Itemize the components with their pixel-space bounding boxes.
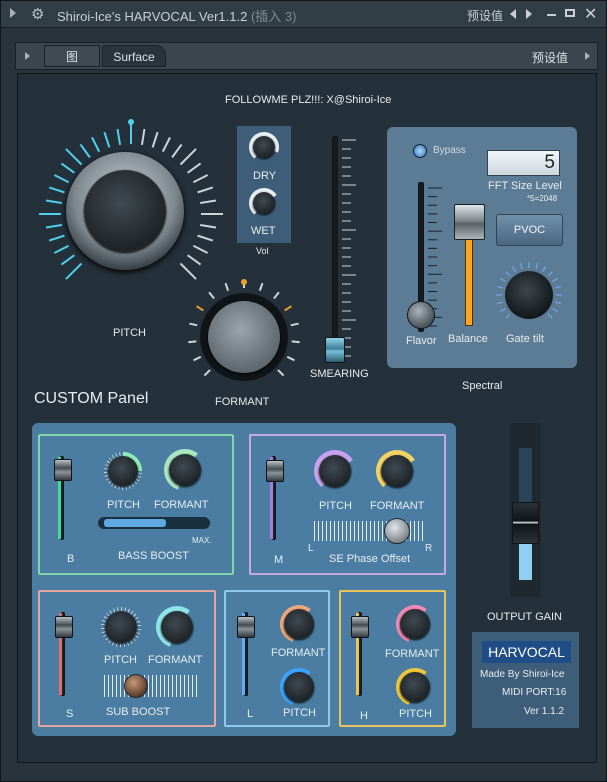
toolbar-next-icon[interactable] bbox=[585, 52, 590, 60]
band-b-formant-label: FORMANT bbox=[154, 499, 209, 511]
band-l-pitch-knob[interactable] bbox=[280, 668, 318, 706]
formant-label: FORMANT bbox=[215, 396, 270, 408]
band-m-pitch-label: PITCH bbox=[319, 500, 352, 512]
next-preset-icon[interactable] bbox=[526, 9, 532, 19]
output-gain-label: OUTPUT GAIN bbox=[487, 611, 562, 623]
gate-tilt-label: Gate tilt bbox=[506, 333, 544, 345]
prev-preset-icon[interactable] bbox=[510, 9, 516, 19]
phase-offset-l: L bbox=[308, 543, 314, 554]
band-b-letter: B bbox=[67, 553, 75, 565]
band-h-formant-knob[interactable] bbox=[396, 605, 434, 643]
balance-handle[interactable] bbox=[454, 204, 485, 240]
band-s-letter: S bbox=[66, 708, 74, 720]
dry-knob[interactable] bbox=[249, 132, 279, 162]
band-b-formant-knob[interactable] bbox=[164, 449, 206, 491]
band-l-handle[interactable] bbox=[237, 616, 255, 638]
gear-icon[interactable]: ⚙ bbox=[31, 5, 44, 23]
fft-size-label: FFT Size Level bbox=[488, 180, 562, 192]
wet-knob[interactable] bbox=[249, 188, 279, 218]
balance-label: Balance bbox=[448, 333, 488, 345]
band-m-formant-knob[interactable] bbox=[376, 450, 418, 492]
bypass-label: Bypass bbox=[433, 145, 466, 156]
band-m-formant-label: FORMANT bbox=[370, 500, 425, 512]
band-s-pitch-knob[interactable] bbox=[101, 607, 141, 647]
flavor-handle[interactable] bbox=[407, 301, 435, 329]
sub-boost-slider bbox=[104, 675, 200, 697]
smearing-handle[interactable] bbox=[325, 337, 345, 363]
phase-offset-label: SE Phase Offset bbox=[329, 553, 411, 565]
custom-panel-title: CUSTOM Panel bbox=[34, 390, 149, 407]
version-text: Ver 1.1.2 bbox=[524, 706, 565, 717]
band-l-letter: L bbox=[247, 708, 254, 720]
band-s-formant-label: FORMANT bbox=[148, 654, 203, 666]
made-by-text: Made By Shiroi-Ice bbox=[480, 669, 565, 680]
pitch-knob[interactable] bbox=[66, 152, 184, 270]
bypass-toggle[interactable] bbox=[413, 144, 427, 158]
toolbar: 图 Surface 预设值 bbox=[15, 42, 598, 70]
wet-label: WET bbox=[251, 225, 276, 237]
band-h-letter: H bbox=[360, 710, 368, 722]
phase-offset-r: R bbox=[425, 543, 433, 554]
band-b-pitch-knob[interactable] bbox=[104, 452, 142, 490]
window-title: Shiroi-Ice's HARVOCAL Ver1.1.2 (插入 3) bbox=[57, 9, 297, 24]
sub-boost-handle[interactable] bbox=[124, 674, 148, 698]
smearing-label: SMEARING bbox=[310, 368, 369, 380]
bass-boost-max: MAX. bbox=[192, 536, 212, 545]
midi-port-text: MIDI PORT:16 bbox=[502, 687, 567, 698]
smearing-scale bbox=[342, 139, 356, 357]
band-b-pitch-label: PITCH bbox=[107, 499, 140, 511]
plugin-window: ⚙ Shiroi-Ice's HARVOCAL Ver1.1.2 (插入 3) … bbox=[0, 0, 607, 782]
band-l-formant-label: FORMANT bbox=[271, 647, 326, 659]
flavor-label: Flavor bbox=[406, 335, 437, 347]
pitch-label: PITCH bbox=[113, 327, 146, 339]
band-s-pitch-label: PITCH bbox=[104, 654, 137, 666]
tab-surface[interactable]: Surface bbox=[102, 45, 166, 67]
maximize-icon[interactable] bbox=[565, 9, 575, 17]
band-s-handle[interactable] bbox=[55, 616, 73, 638]
band-m-pitch-knob[interactable] bbox=[314, 450, 356, 492]
pvoc-button[interactable]: PVOC bbox=[496, 214, 563, 246]
toolbar-arrow-icon[interactable] bbox=[25, 52, 30, 60]
bass-boost-label: BASS BOOST bbox=[118, 550, 189, 562]
dry-label: DRY bbox=[253, 170, 277, 182]
spectral-title: Spectral bbox=[462, 380, 503, 392]
close-icon[interactable]: ✕ bbox=[584, 4, 597, 24]
bass-boost-slider[interactable] bbox=[98, 517, 210, 529]
band-h-pitch-knob[interactable] bbox=[396, 668, 434, 706]
toolbar-preset-button[interactable]: 预设值 bbox=[532, 49, 568, 66]
band-l-pitch-label: PITCH bbox=[283, 707, 316, 719]
title-bar: ⚙ Shiroi-Ice's HARVOCAL Ver1.1.2 (插入 3) … bbox=[1, 1, 606, 28]
brand-badge: HARVOCAL bbox=[482, 641, 571, 663]
band-s-formant-knob[interactable] bbox=[156, 606, 198, 648]
vol-label: Vol bbox=[256, 246, 269, 256]
collapse-arrow-icon[interactable] bbox=[10, 8, 16, 18]
band-l-formant-knob[interactable] bbox=[280, 605, 318, 643]
band-h-formant-label: FORMANT bbox=[385, 648, 440, 660]
preset-button[interactable]: 预设值 bbox=[467, 7, 503, 24]
gate-tilt-knob[interactable] bbox=[505, 271, 553, 319]
band-m-letter: M bbox=[274, 554, 284, 566]
band-m-handle[interactable] bbox=[266, 460, 284, 482]
band-h-pitch-label: PITCH bbox=[399, 708, 432, 720]
smearing-fader bbox=[332, 136, 338, 361]
minimize-icon[interactable] bbox=[547, 14, 556, 16]
tab-graph[interactable]: 图 bbox=[44, 45, 100, 67]
output-gain-handle[interactable] bbox=[512, 502, 539, 544]
followme-text: FOLLOWME PLZ!!!: X@Shiroi-Ice bbox=[225, 94, 392, 106]
fft-size-note: *5=2048 bbox=[527, 194, 558, 203]
band-h-handle[interactable] bbox=[351, 616, 369, 638]
formant-knob[interactable] bbox=[200, 293, 288, 381]
band-b-handle[interactable] bbox=[54, 459, 72, 481]
plugin-surface: FOLLOWME PLZ!!!: X@Shiroi-Ice PITCH FORM… bbox=[17, 73, 597, 763]
sub-boost-label: SUB BOOST bbox=[106, 706, 171, 718]
phase-offset-handle[interactable] bbox=[384, 518, 410, 544]
fft-size-display[interactable]: 5 bbox=[487, 150, 560, 176]
